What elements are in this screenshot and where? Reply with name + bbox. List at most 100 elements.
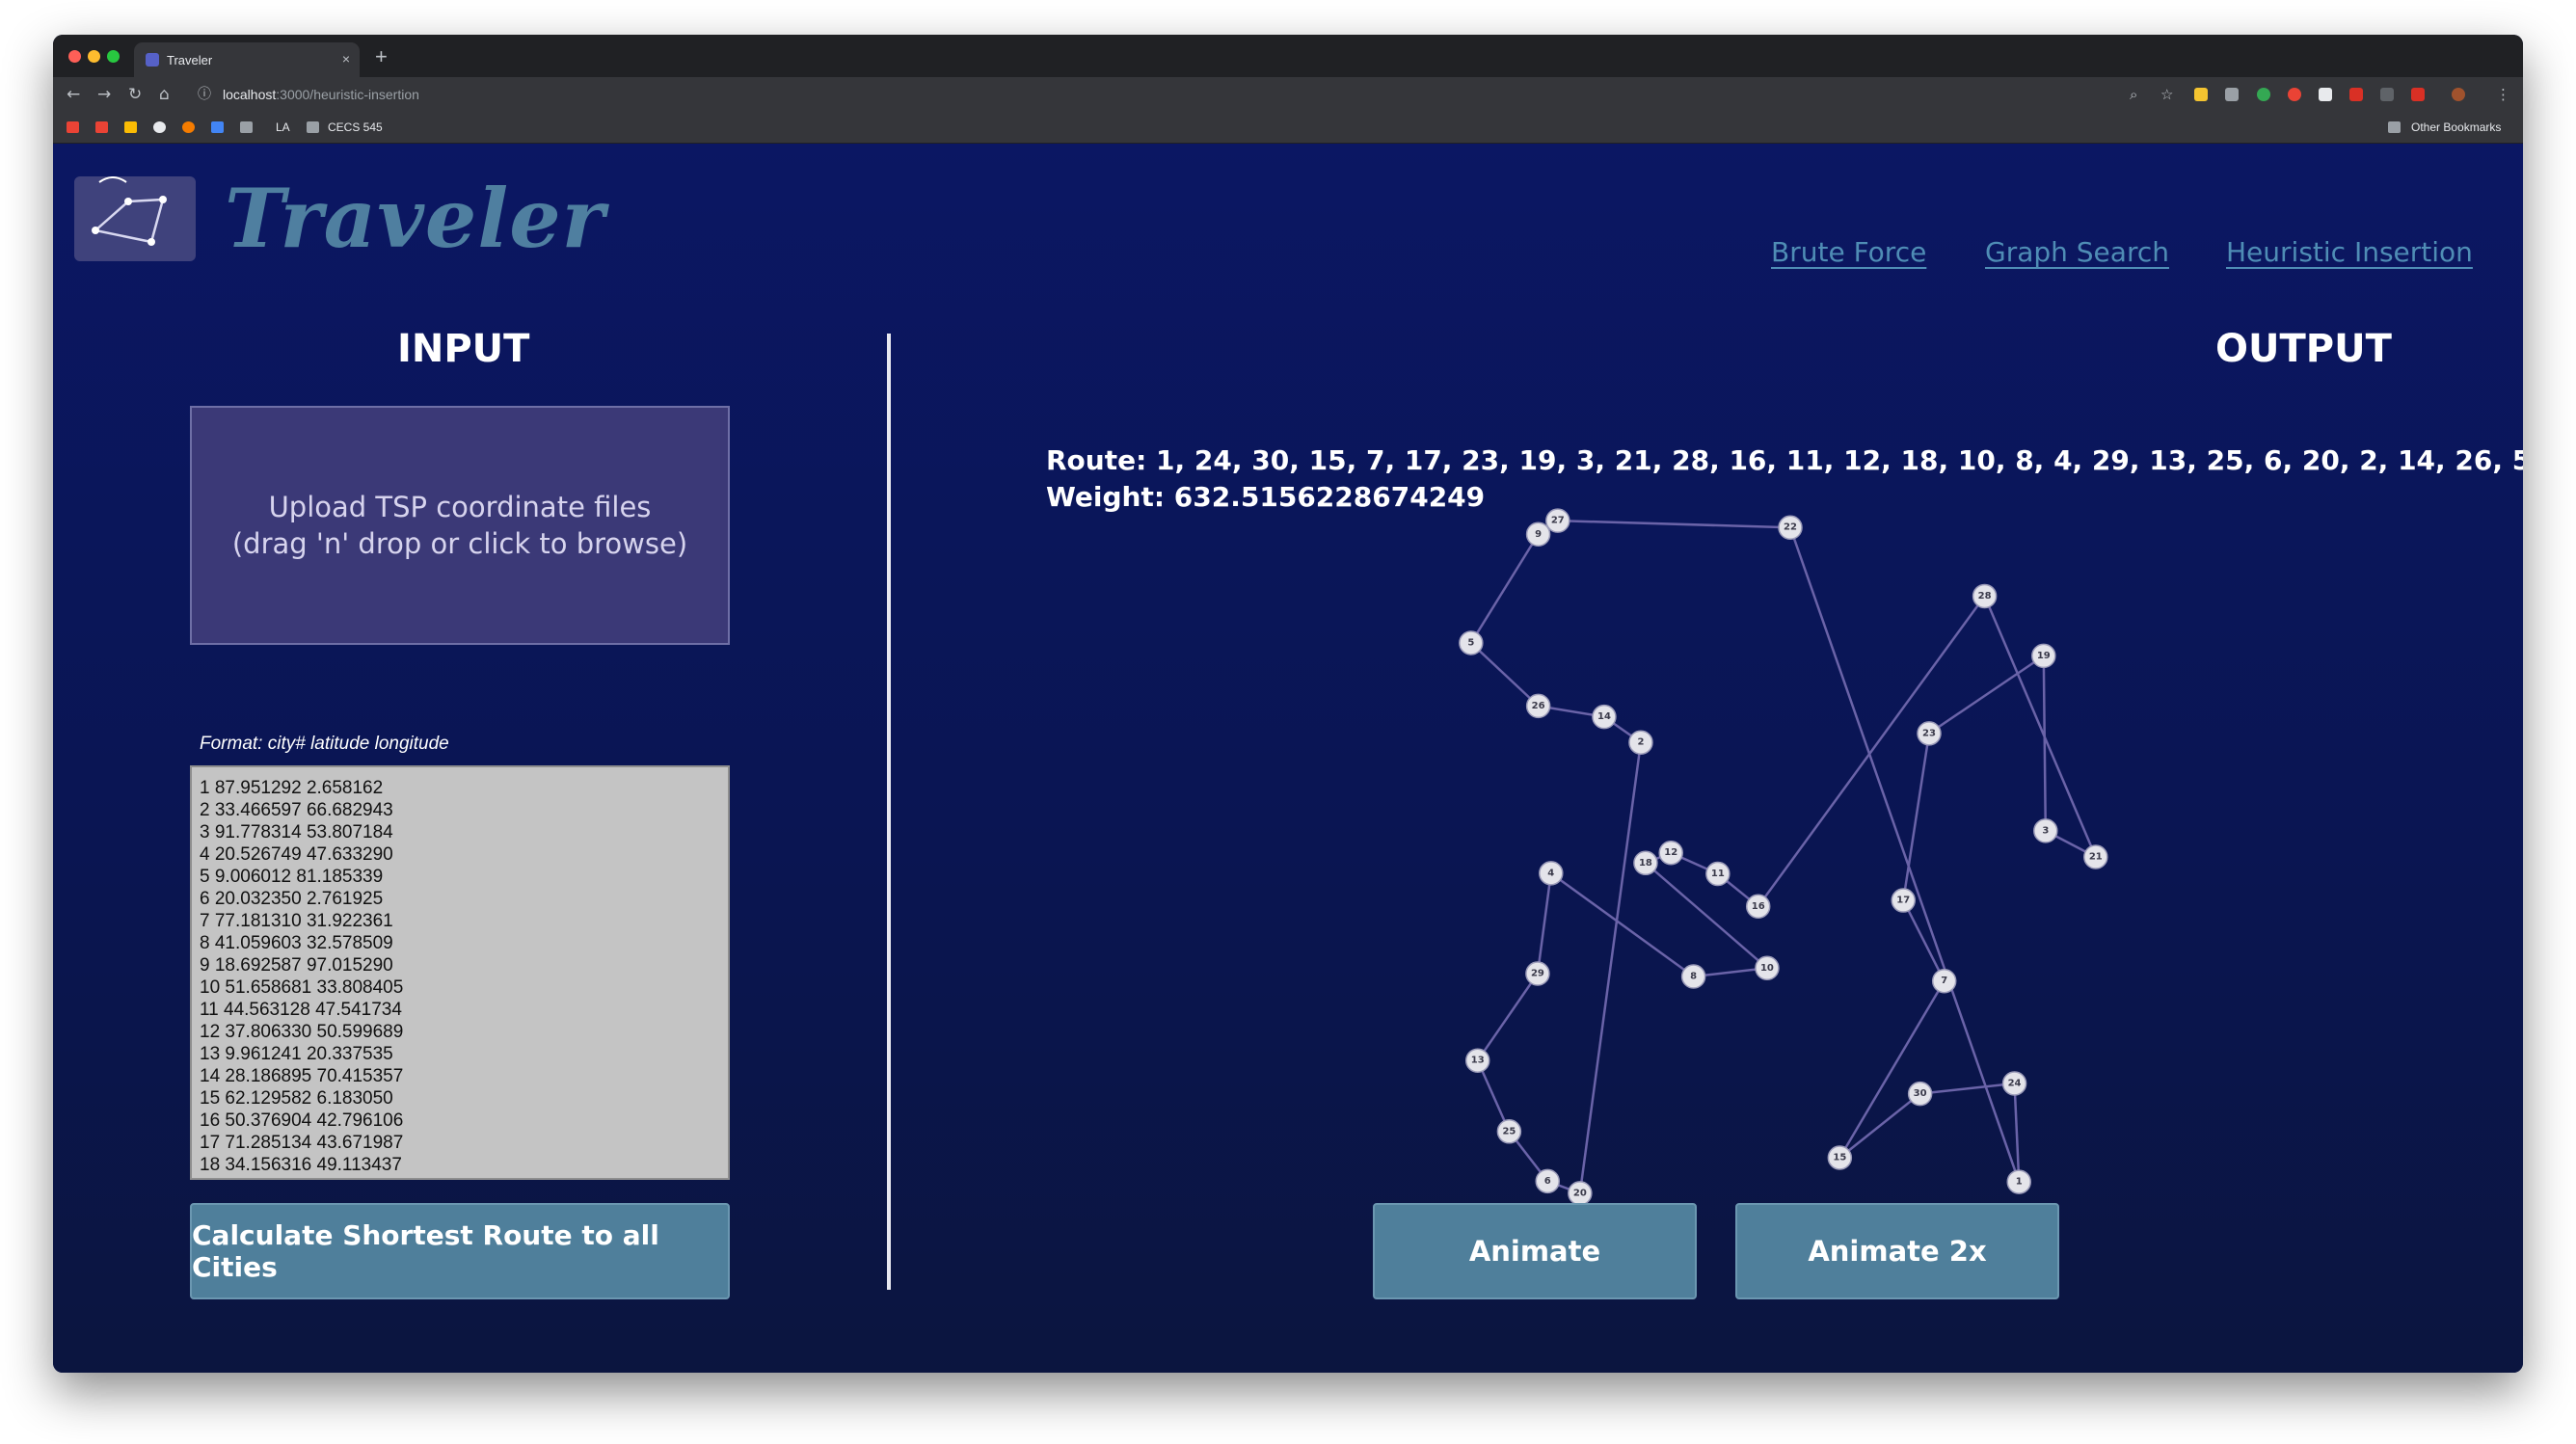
city-node-label: 8 <box>1690 972 1697 982</box>
route-edge <box>1645 862 1768 970</box>
city-node-label: 7 <box>1941 976 1947 986</box>
route-text: Route: 1, 24, 30, 15, 7, 17, 23, 19, 3, … <box>1046 444 2523 476</box>
city-node-25: 25 <box>1496 1119 1522 1144</box>
tab-close-icon[interactable]: × <box>342 51 350 67</box>
city-node-label: 13 <box>1471 1056 1485 1066</box>
city-node-6: 6 <box>1535 1168 1560 1194</box>
extension-icon[interactable] <box>2257 88 2270 101</box>
city-node-20: 20 <box>1568 1181 1593 1206</box>
city-node-label: 27 <box>1551 516 1565 526</box>
menu-kebab-icon[interactable]: ⋮ <box>2496 85 2510 104</box>
city-node-3: 3 <box>2033 818 2058 843</box>
bookmark-icon[interactable] <box>211 121 224 133</box>
city-node-30: 30 <box>1907 1081 1933 1107</box>
nav-heuristic-insertion[interactable]: Heuristic Insertion <box>2226 236 2473 268</box>
city-node-10: 10 <box>1755 955 1780 981</box>
animate-button[interactable]: Animate <box>1373 1203 1697 1299</box>
city-node-12: 12 <box>1658 840 1683 866</box>
drive-bookmark-icon[interactable] <box>124 121 137 133</box>
city-node-15: 15 <box>1827 1145 1853 1170</box>
folder-icon <box>2388 121 2401 133</box>
city-node-27: 27 <box>1545 508 1570 533</box>
route-edge <box>1838 1092 1921 1159</box>
city-node-label: 6 <box>1544 1176 1551 1187</box>
city-node-2: 2 <box>1628 730 1653 755</box>
extension-icon[interactable] <box>2380 88 2394 101</box>
city-node-label: 24 <box>2008 1078 2022 1088</box>
back-arrow-icon[interactable]: ← <box>67 85 80 104</box>
upload-dropzone[interactable]: Upload TSP coordinate files (drag 'n' dr… <box>190 406 730 645</box>
github-bookmark-icon[interactable] <box>153 121 166 133</box>
city-node-11: 11 <box>1705 861 1731 887</box>
city-node-29: 29 <box>1525 961 1550 986</box>
home-icon[interactable]: ⌂ <box>159 85 170 104</box>
bookmark-star-icon[interactable]: ☆ <box>2160 85 2173 104</box>
bookmark-icon[interactable] <box>182 121 195 133</box>
upload-line-1: Upload TSP coordinate files <box>268 491 652 523</box>
route-edge <box>1788 526 2021 1183</box>
city-node-label: 20 <box>1573 1188 1587 1198</box>
minimize-window-button[interactable] <box>88 50 100 63</box>
city-node-16: 16 <box>1745 894 1771 920</box>
city-node-label: 19 <box>2037 651 2051 661</box>
route-edge <box>1902 733 1931 901</box>
bookmarks-bar: LA CECS 545 Other Bookmarks <box>53 112 2523 144</box>
city-node-label: 14 <box>1597 711 1611 722</box>
city-node-9: 9 <box>1525 521 1551 548</box>
logo-graph-icon <box>92 176 167 246</box>
logo-icon[interactable] <box>74 176 196 261</box>
address-bar[interactable]: localhost:3000/heuristic-insertion <box>223 87 419 102</box>
browser-window: Traveler × + ← → ↻ ⌂ ⓘ localhost:3000/he… <box>53 35 2523 1373</box>
bookmark-folder-la[interactable]: LA <box>276 120 290 134</box>
reload-icon[interactable]: ↻ <box>128 85 142 104</box>
input-title: INPUT <box>397 327 530 371</box>
zoom-icon[interactable]: ⌕ <box>2130 85 2137 104</box>
bookmark-folder-cecs545[interactable]: CECS 545 <box>328 120 383 134</box>
nav-graph-search[interactable]: Graph Search <box>1985 236 2169 268</box>
route-edge <box>2013 1083 2021 1183</box>
route-edge <box>1919 1082 2015 1095</box>
extension-icon[interactable] <box>2194 88 2208 101</box>
city-node-1: 1 <box>2006 1169 2031 1194</box>
calculate-route-button[interactable]: Calculate Shortest Route to all Cities <box>190 1203 730 1299</box>
city-node-7: 7 <box>1931 968 1957 994</box>
city-node-24: 24 <box>2001 1071 2027 1096</box>
extension-icon[interactable] <box>2225 88 2239 101</box>
coordinates-textarea[interactable]: 1 87.951292 2.658162 2 33.466597 66.6829… <box>190 765 730 1180</box>
extension-icon[interactable] <box>2411 88 2425 101</box>
info-icon[interactable]: ⓘ <box>198 85 211 104</box>
new-tab-button[interactable]: + <box>375 44 388 69</box>
close-window-button[interactable] <box>68 50 81 63</box>
city-node-label: 4 <box>1547 868 1554 878</box>
city-node-label: 11 <box>1711 869 1725 879</box>
gmail-bookmark-icon[interactable] <box>67 121 79 133</box>
city-node-label: 25 <box>1502 1126 1516 1136</box>
profile-avatar-icon[interactable] <box>2452 88 2465 101</box>
nav-brute-force[interactable]: Brute Force <box>1771 236 1926 268</box>
city-node-label: 21 <box>2089 852 2103 863</box>
bookmark-icon[interactable] <box>95 121 108 133</box>
extension-icon[interactable] <box>2349 88 2363 101</box>
url-host: localhost <box>223 87 277 102</box>
city-node-17: 17 <box>1891 888 1917 913</box>
route-edge <box>1469 533 1540 644</box>
route-graph: 1234567891011121314151617181920212223242… <box>1459 508 2108 1206</box>
extension-icon[interactable] <box>2288 88 2301 101</box>
city-node-label: 2 <box>1637 737 1644 748</box>
other-bookmarks[interactable]: Other Bookmarks <box>2411 120 2501 134</box>
maximize-window-button[interactable] <box>107 50 120 63</box>
brand-title[interactable]: Traveler <box>225 171 605 266</box>
city-node-22: 22 <box>1778 515 1803 540</box>
extension-icon[interactable] <box>2319 88 2332 101</box>
route-edge <box>2042 655 2048 831</box>
city-node-14: 14 <box>1592 704 1617 730</box>
city-node-label: 15 <box>1833 1152 1846 1163</box>
route-edge <box>1557 519 1791 529</box>
browser-tab[interactable]: Traveler × <box>134 42 360 77</box>
city-node-21: 21 <box>2083 844 2108 869</box>
forward-arrow-icon[interactable]: → <box>97 85 111 104</box>
animate-2x-button[interactable]: Animate 2x <box>1735 1203 2059 1299</box>
city-node-label: 18 <box>1639 858 1652 869</box>
format-label: Format: city# latitude longitude <box>200 734 449 754</box>
url-path: :3000/heuristic-insertion <box>276 87 419 102</box>
